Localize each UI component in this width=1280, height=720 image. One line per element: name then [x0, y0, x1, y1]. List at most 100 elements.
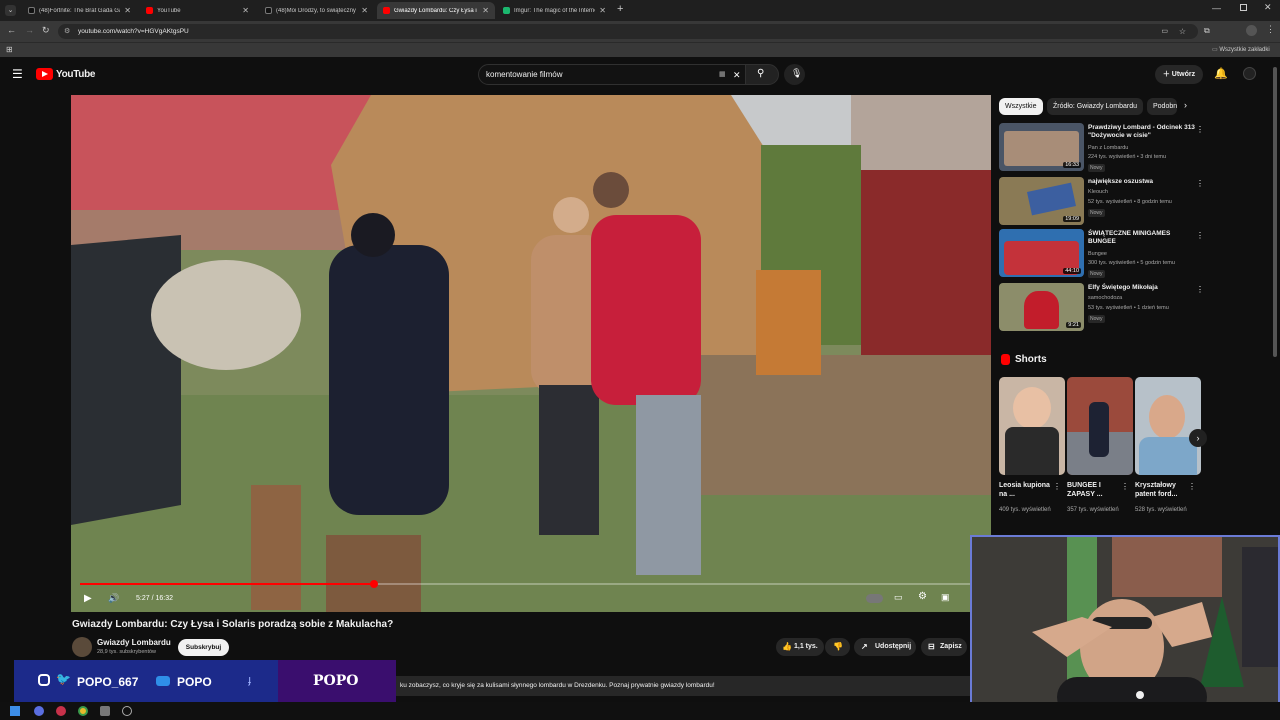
forward-icon[interactable]: →	[25, 25, 34, 35]
channel-name[interactable]: Gwiazdy Lombardu	[97, 638, 171, 647]
video-thumbnail[interactable]: 16:33	[999, 123, 1084, 171]
bookmark-star-icon[interactable]: ☆	[1179, 24, 1186, 39]
video-thumbnail[interactable]: 9:21	[999, 283, 1084, 331]
url-field[interactable]: ⚙ youtube.com/watch?v=HGVgAKtgsPU ▭ ☆	[58, 24, 1198, 39]
miniplayer-icon[interactable]: ▣	[941, 592, 950, 603]
all-bookmarks-link[interactable]: ▭ Wszystkie zakładki	[1212, 46, 1270, 53]
like-button[interactable]: 👍 1,1 tys.	[776, 638, 824, 656]
channel-avatar[interactable]	[72, 637, 92, 657]
chip-related[interactable]: Podobne	[1147, 98, 1177, 115]
install-app-icon[interactable]: ▭	[1161, 24, 1168, 39]
video-description[interactable]: ku zobaczysz, co kryje się za kulisami s…	[396, 676, 970, 696]
browser-tab[interactable]: Imgur: The magic of the Internet ✕	[497, 2, 612, 19]
more-options-icon[interactable]: ⋮	[1196, 179, 1204, 188]
youtube-logo[interactable]: YouTube	[36, 68, 96, 80]
more-options-icon[interactable]: ⋮	[1053, 482, 1061, 491]
subscribe-button[interactable]: Subskrybuj	[178, 639, 229, 656]
back-icon[interactable]: ←	[7, 25, 16, 35]
chrome-icon[interactable]	[78, 706, 88, 716]
recommendation-item[interactable]: 44:10 ŚWIĄTECZNE MINIGAMES BUNGEE Bungee…	[999, 229, 1209, 279]
chip-all[interactable]: Wszystkie	[999, 98, 1043, 115]
shorts-icon	[1001, 354, 1010, 365]
close-tab-icon[interactable]: ✕	[482, 6, 489, 15]
close-tab-icon[interactable]: ✕	[242, 6, 249, 15]
close-tab-icon[interactable]: ✕	[361, 6, 368, 15]
close-tab-icon[interactable]: ✕	[124, 6, 131, 15]
recommendation-title[interactable]: Elfy Świętego Mikołaja	[1088, 284, 1196, 292]
recommendation-meta: 52 tys. wyświetleń • 8 godzin temu	[1088, 199, 1172, 205]
more-options-icon[interactable]: ⋮	[1196, 231, 1204, 240]
taskbar-app-icon[interactable]	[56, 706, 66, 716]
search-button[interactable]: ⚲	[745, 64, 779, 85]
short-title[interactable]: BUNGEE I ZAPASY ...	[1067, 481, 1125, 499]
save-button[interactable]: ⊟ Zapisz	[921, 638, 967, 656]
taskbar-app-icon[interactable]	[122, 706, 132, 716]
browser-tab[interactable]: (48)Moi Drodzy, to świąteczny ✕	[259, 2, 374, 19]
new-tab-button[interactable]: +	[617, 3, 623, 15]
voice-search-button[interactable]: 🎙	[784, 64, 805, 85]
more-options-icon[interactable]: ⋮	[1121, 482, 1129, 491]
volume-icon[interactable]: 🔊	[108, 593, 119, 604]
create-button[interactable]: ＋ Utwórz	[1155, 65, 1203, 84]
more-options-icon[interactable]: ⋮	[1196, 125, 1204, 134]
keyboard-icon[interactable]: ▦	[719, 65, 726, 85]
recommendation-channel[interactable]: Pan z Lombardu	[1088, 145, 1128, 152]
taskbar-app-icon[interactable]	[34, 706, 44, 716]
page-scrollbar[interactable]	[1273, 67, 1277, 357]
profile-avatar[interactable]	[1246, 25, 1257, 36]
recommendation-item[interactable]: 16:33 Prawdziwy Lombard - Odcinek 313 "D…	[999, 123, 1209, 173]
dislike-button[interactable]: 👎	[825, 638, 850, 656]
share-button[interactable]: ↗ Udostępnij	[854, 638, 916, 656]
short-title[interactable]: Kryształowy patent ford...	[1135, 481, 1193, 499]
recommendation-item[interactable]: 9:21 Elfy Świętego Mikołaja samochodoza …	[999, 283, 1209, 333]
short-thumbnail[interactable]	[1135, 377, 1201, 475]
shorts-next-icon[interactable]: ›	[1189, 429, 1207, 447]
more-options-icon[interactable]: ⋮	[1188, 482, 1196, 491]
more-options-icon[interactable]: ⋮	[1196, 285, 1204, 294]
browser-tab[interactable]: YouTube ✕	[140, 2, 255, 19]
browser-tab-active[interactable]: Gwiazdy Lombardu: Czy Łysa i ✕	[377, 2, 495, 19]
search-input[interactable]: komentowanie filmów ▦ ✕	[478, 64, 746, 85]
windows-start-icon[interactable]	[10, 706, 20, 716]
recommendation-channel[interactable]: Bungee	[1088, 251, 1107, 258]
tab-list-menu-icon[interactable]: ⌄	[5, 5, 16, 16]
recommendation-channel[interactable]: Kleouch	[1088, 189, 1108, 196]
recommendation-item[interactable]: 19:09 największe oszustwa Kleouch 52 tys…	[999, 177, 1209, 227]
reload-icon[interactable]: ↻	[42, 25, 50, 36]
maximize-icon[interactable]	[1240, 4, 1247, 11]
video-frame	[71, 95, 991, 612]
webcam-overlay	[970, 535, 1280, 715]
account-avatar[interactable]	[1243, 67, 1256, 80]
chip-source[interactable]: Źródło: Gwiazdy Lombardu	[1047, 98, 1144, 115]
youtube-icon	[156, 676, 170, 686]
autoplay-toggle[interactable]	[866, 594, 883, 603]
browser-menu-icon[interactable]: ⋮	[1266, 24, 1275, 35]
apps-grid-icon[interactable]: ⊞	[6, 45, 13, 54]
video-player[interactable]	[71, 95, 991, 612]
video-thumbnail[interactable]: 44:10	[999, 229, 1084, 277]
youtube-play-icon	[36, 68, 53, 80]
recommendation-title[interactable]: największe oszustwa	[1088, 178, 1196, 186]
clear-search-icon[interactable]: ✕	[733, 65, 741, 85]
extensions-icon[interactable]: ⧉	[1204, 26, 1210, 36]
close-tab-icon[interactable]: ✕	[599, 6, 606, 15]
short-title[interactable]: Leosia kupiona na ...	[999, 481, 1057, 499]
chips-next-icon[interactable]: ›	[1184, 100, 1187, 110]
recommendation-title[interactable]: ŚWIĄTECZNE MINIGAMES BUNGEE	[1088, 230, 1196, 246]
minimize-icon[interactable]: —	[1212, 3, 1221, 13]
recommendation-channel[interactable]: samochodoza	[1088, 295, 1122, 302]
video-thumbnail[interactable]: 19:09	[999, 177, 1084, 225]
hamburger-menu-icon[interactable]: ☰	[12, 67, 23, 81]
short-thumbnail[interactable]	[999, 377, 1065, 475]
notifications-bell-icon[interactable]: 🔔	[1214, 67, 1228, 80]
browser-tab[interactable]: (48)Fortnite: The Brat Gada Gada ✕	[22, 2, 137, 19]
taskbar-app-icon[interactable]	[100, 706, 110, 716]
play-icon[interactable]: ▶	[84, 593, 92, 604]
close-window-icon[interactable]: ✕	[1264, 2, 1272, 13]
short-thumbnail[interactable]	[1067, 377, 1133, 475]
settings-gear-icon[interactable]: ⚙	[918, 591, 927, 602]
recommendation-title[interactable]: Prawdziwy Lombard - Odcinek 313 "Dożywoc…	[1088, 124, 1196, 140]
site-info-icon[interactable]: ⚙	[64, 24, 70, 39]
progress-scrubber[interactable]	[370, 580, 378, 588]
subtitles-icon[interactable]: ▭	[894, 592, 903, 603]
